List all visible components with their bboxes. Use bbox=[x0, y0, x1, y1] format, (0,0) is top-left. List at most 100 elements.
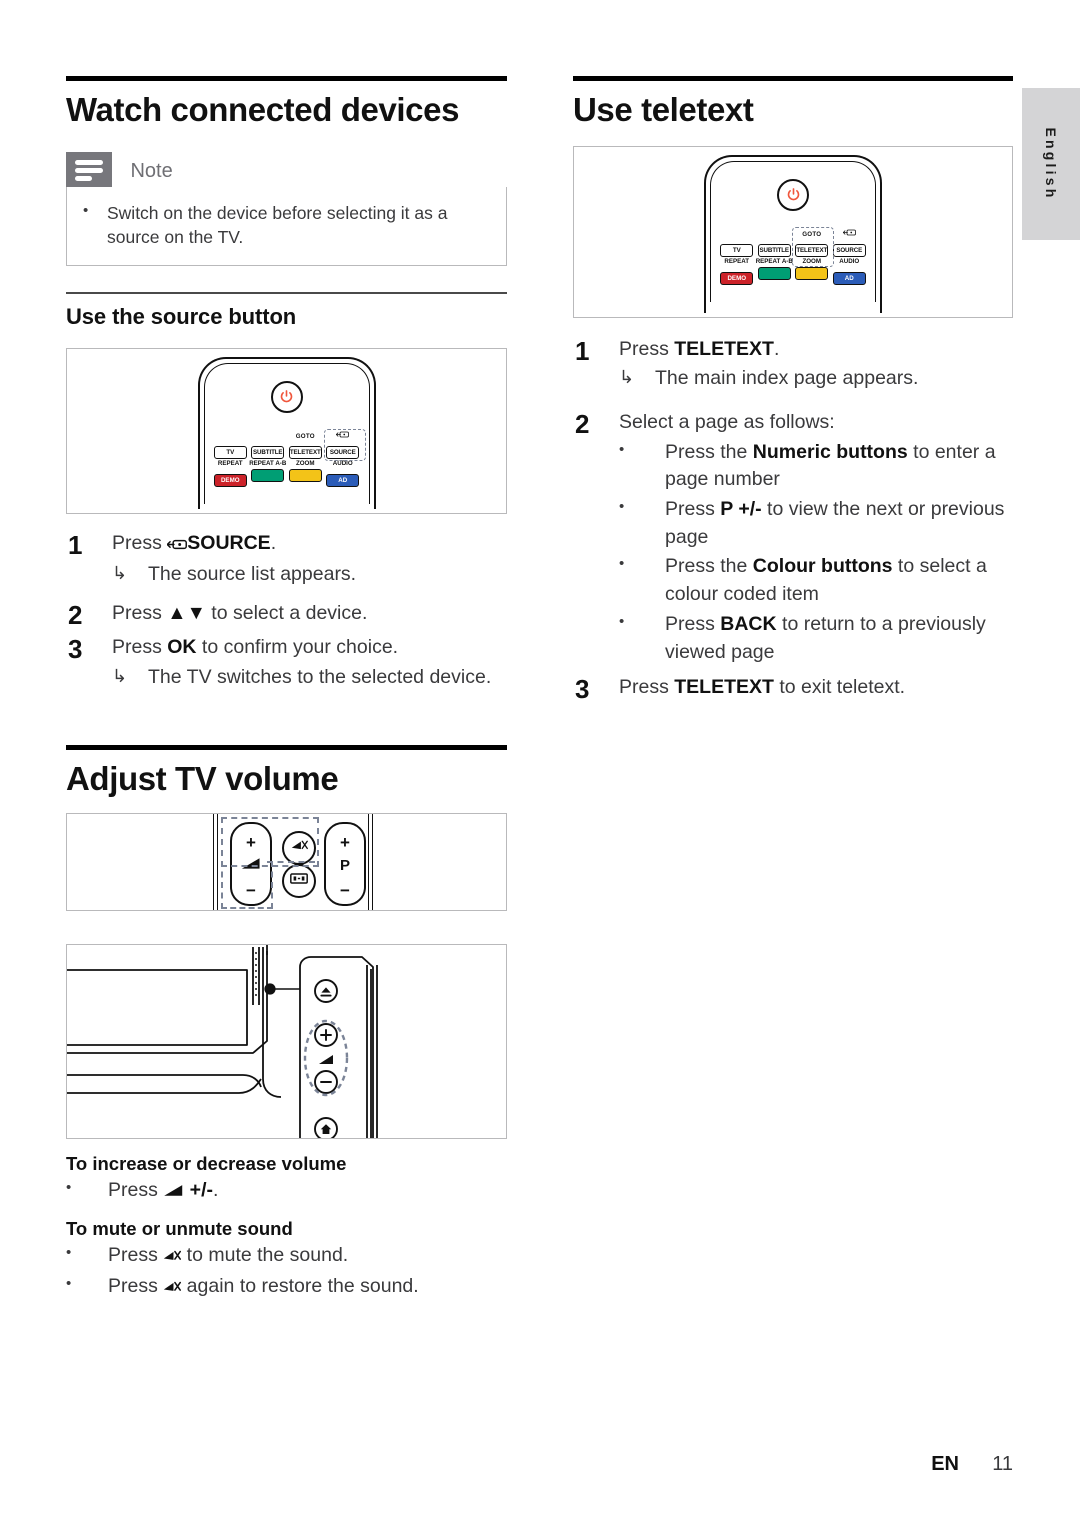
key-bottom-label-audio: AUDIO bbox=[839, 258, 860, 266]
teletext-step-2-number: 2 bbox=[575, 409, 590, 439]
manual-page: English Watch connected devices Note • S… bbox=[0, 0, 1080, 1527]
remote-volume-buttons-illustration: + − + P − bbox=[66, 812, 507, 911]
section-rule bbox=[573, 76, 1013, 81]
note-box: Note • Switch on the device before selec… bbox=[66, 151, 507, 266]
teletext-step-1-text-after: . bbox=[773, 337, 780, 360]
right-column: Use teletext GOTO TV SUBTITLE TELETEXT S… bbox=[573, 0, 1013, 705]
colour-key-demo[interactable]: DEMO bbox=[213, 474, 247, 488]
step-3-number: 3 bbox=[68, 633, 83, 664]
remote-key-subtitle[interactable]: SUBTITLE bbox=[757, 243, 791, 257]
source-input-icon bbox=[831, 229, 869, 238]
colour-key-yellow[interactable] bbox=[795, 267, 829, 281]
bullet-marker: • bbox=[619, 440, 625, 458]
step-3-text-before: Press bbox=[112, 635, 168, 658]
bullet-text-before: Press bbox=[665, 612, 721, 635]
program-pill[interactable]: + P − bbox=[324, 821, 366, 906]
teletext-step-1: 1 Press TELETEXT. ↳ The main index page … bbox=[573, 336, 1013, 393]
bullet-text-before: Press the bbox=[665, 440, 753, 463]
mute-button[interactable] bbox=[282, 830, 316, 865]
remote-key-teletext[interactable]: TELETEXT bbox=[288, 445, 322, 459]
volume-icon bbox=[163, 1179, 184, 1204]
colour-key-yellow[interactable] bbox=[288, 469, 322, 483]
colour-key-green[interactable] bbox=[757, 267, 791, 281]
bullet-bold: P +/- bbox=[720, 498, 762, 521]
volume-icon bbox=[241, 857, 261, 875]
remote-control-teletext-illustration: GOTO TV SUBTITLE TELETEXT SOURCE REPEAT … bbox=[573, 145, 1013, 318]
bullet-text-before: Press the bbox=[665, 555, 753, 578]
remote-key-source[interactable]: SOURCE bbox=[832, 243, 866, 257]
step-1-bold: SOURCE bbox=[187, 531, 271, 554]
remote-key-tv[interactable]: TV bbox=[213, 445, 247, 459]
bullet-marker: • bbox=[619, 498, 625, 516]
teletext-step-3: 3 Press TELETEXT to exit teletext. bbox=[573, 674, 1013, 704]
key-bottom-label-repeat: REPEAT bbox=[217, 460, 243, 468]
step-1-text-after: . bbox=[270, 531, 277, 554]
step-3-text-after: to confirm your choice. bbox=[196, 635, 399, 658]
program-plus[interactable]: + bbox=[326, 834, 364, 851]
teletext-step-3-bold: TELETEXT bbox=[674, 676, 774, 699]
colour-key-ad[interactable]: AD bbox=[832, 272, 866, 286]
note-label: Note bbox=[130, 159, 173, 182]
note-text: Switch on the device before selecting it… bbox=[107, 202, 448, 247]
teletext-key-highlight bbox=[792, 226, 834, 267]
step-1: 1 Press SOURCE. ↳ The source list appear… bbox=[66, 530, 507, 588]
program-letter: P bbox=[339, 856, 350, 874]
volume-section-title: Adjust TV volume bbox=[66, 760, 339, 798]
colour-key-demo[interactable]: DEMO bbox=[720, 272, 754, 286]
page-title: Watch connected devices bbox=[66, 91, 460, 128]
section-rule bbox=[66, 76, 507, 81]
key-bottom-label-zoom: ZOOM bbox=[802, 258, 822, 266]
volume-plus[interactable]: + bbox=[232, 834, 270, 851]
footer-locale: EN bbox=[931, 1453, 959, 1475]
remote-keypad: GOTO TV SUBTITLE TELETEXT SOURCE REPEAT … bbox=[718, 226, 869, 286]
teletext-step-3-text-after: to exit teletext. bbox=[773, 676, 906, 699]
key-bottom-label-repeat-ab: REPEAT A-B bbox=[755, 258, 793, 266]
tv-side-panel-illustration bbox=[66, 943, 507, 1139]
remote-key-tv[interactable]: TV bbox=[720, 243, 754, 257]
teletext-bullet-colour: • Press the Colour buttons to select a c… bbox=[619, 553, 1013, 608]
teletext-bullet-back: • Press BACK to return to a previously v… bbox=[619, 611, 1013, 666]
step-1-number: 1 bbox=[68, 529, 83, 560]
teletext-step-1-result-marker: ↳ bbox=[619, 367, 635, 388]
teletext-steps-list: 1 Press TELETEXT. ↳ The main index page … bbox=[573, 336, 1013, 705]
mute-icon bbox=[163, 1276, 182, 1301]
program-minus[interactable]: − bbox=[326, 882, 364, 899]
teletext-step-2-bullets: • Press the Numeric buttons to enter a p… bbox=[619, 439, 1013, 667]
bullet-bold: Numeric buttons bbox=[752, 440, 908, 463]
bullet-text-before: Press bbox=[665, 498, 721, 521]
teletext-step-1-text-before: Press bbox=[619, 337, 675, 360]
volume-minus[interactable]: − bbox=[232, 882, 270, 899]
howto-title-volume: To increase or decrease volume bbox=[66, 1152, 347, 1174]
key-bottom-label-zoom: ZOOM bbox=[295, 460, 315, 468]
step-2-bold: ▲▼ bbox=[167, 602, 206, 625]
key-top-label-goto: GOTO bbox=[295, 432, 315, 440]
howto-bullet-marker: • bbox=[66, 1274, 72, 1292]
remote-control-source-illustration: GOTO TV SUBTITLE TELETEXT SOURCE REPEAT … bbox=[66, 347, 507, 514]
volume-pill[interactable]: + − bbox=[230, 821, 272, 906]
remote-key-teletext[interactable]: TELETEXT bbox=[795, 243, 829, 257]
step-1-text-before: Press bbox=[112, 531, 168, 554]
step-3-bold: OK bbox=[167, 635, 197, 658]
step-1-result: The source list appears. bbox=[148, 562, 357, 585]
teletext-step-2: 2 Select a page as follows: • Press the … bbox=[573, 409, 1013, 666]
teletext-step-1-bold: TELETEXT bbox=[674, 337, 774, 360]
colour-key-green[interactable] bbox=[251, 469, 285, 483]
howto-title-mute: To mute or unmute sound bbox=[66, 1218, 293, 1240]
remote-control: GOTO TV SUBTITLE TELETEXT SOURCE REPEAT … bbox=[703, 154, 883, 313]
teletext-step-1-result: The main index page appears. bbox=[655, 367, 919, 390]
remote-key-source[interactable]: SOURCE bbox=[326, 445, 360, 459]
howto-text-before: Press bbox=[108, 1178, 164, 1201]
bullet-bold: Colour buttons bbox=[752, 555, 893, 578]
picture-format-button[interactable] bbox=[282, 863, 316, 898]
note-body: • Switch on the device before selecting … bbox=[66, 186, 507, 266]
step-2-text-before: Press bbox=[112, 602, 168, 625]
language-tab-label: English bbox=[1043, 127, 1059, 201]
key-bottom-label-repeat: REPEAT bbox=[724, 258, 750, 266]
step-2-number: 2 bbox=[68, 600, 83, 631]
colour-key-ad[interactable]: AD bbox=[326, 474, 360, 488]
teletext-section-title: Use teletext bbox=[573, 91, 754, 128]
remote-key-subtitle[interactable]: SUBTITLE bbox=[251, 445, 285, 459]
step-3-result: The TV switches to the selected device. bbox=[148, 665, 492, 688]
step-3-result-marker: ↳ bbox=[112, 665, 128, 686]
source-key-highlight bbox=[323, 428, 366, 461]
